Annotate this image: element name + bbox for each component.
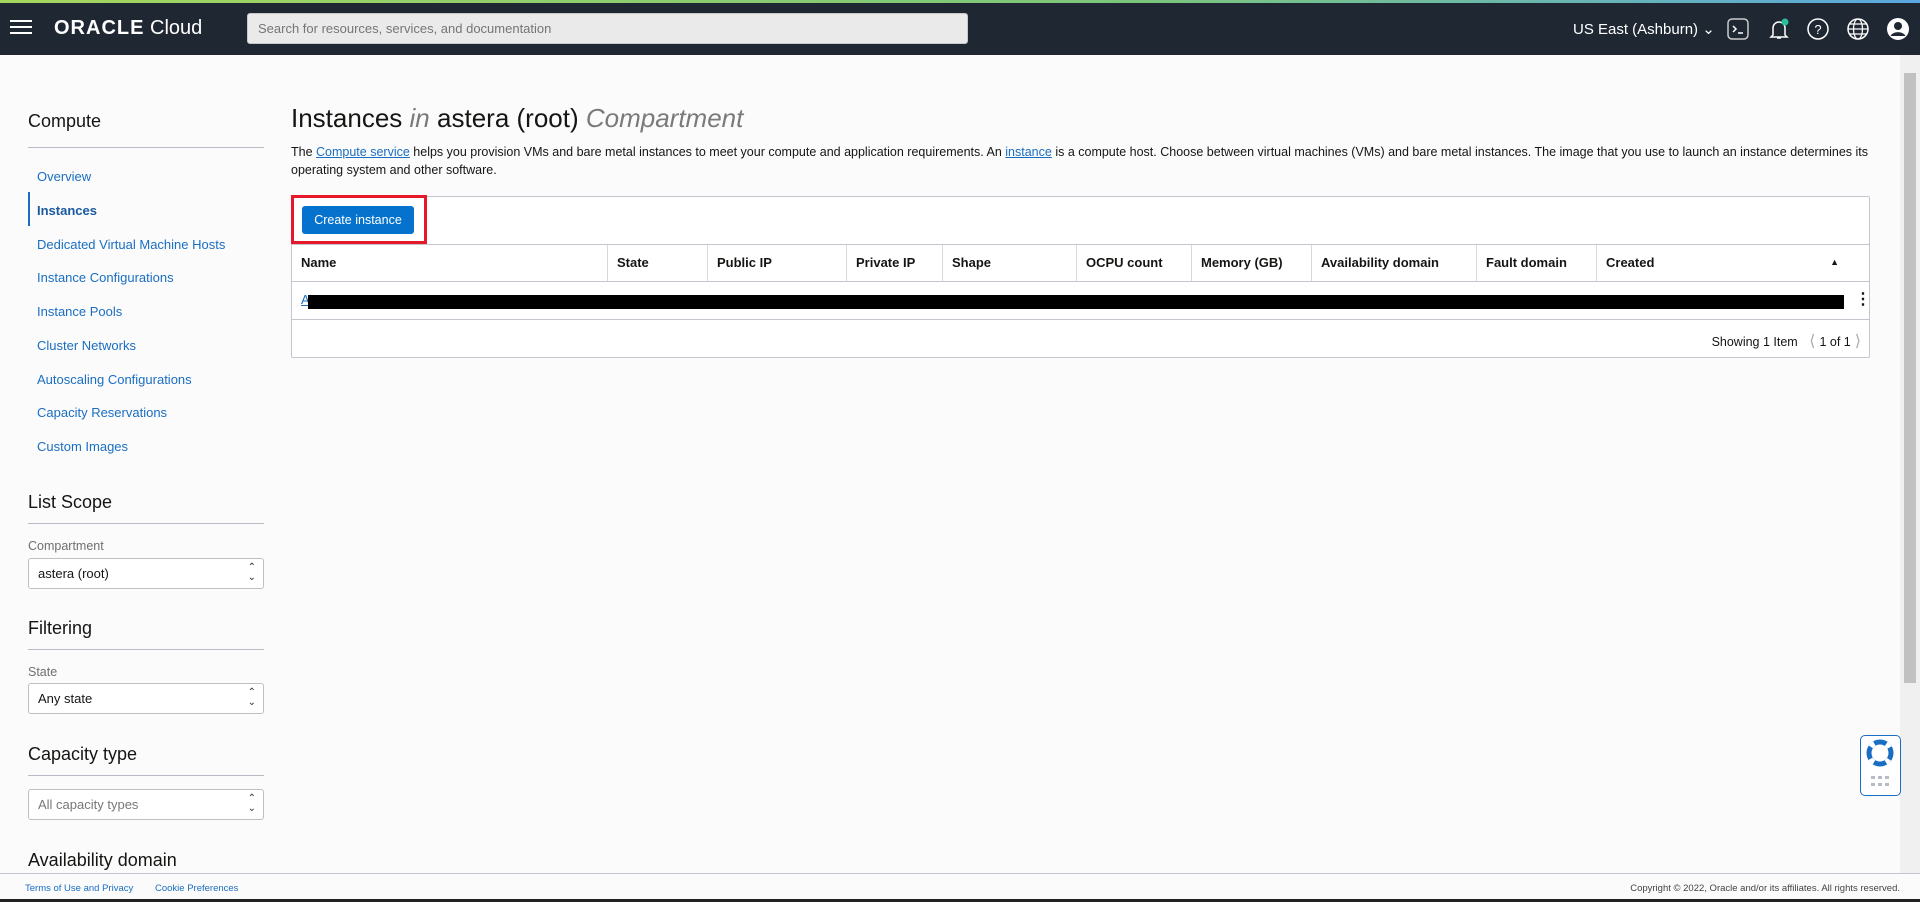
sidebar-item-capacity-reservations[interactable]: Capacity Reservations: [37, 405, 167, 420]
page-title: Instances in astera (root) Compartment: [291, 103, 744, 133]
drag-handle-icon: [1871, 776, 1889, 786]
active-indicator: [28, 192, 30, 226]
instances-table: Create instance Name State Public IP Pri…: [291, 196, 1871, 358]
sidebar-item-cluster-networks[interactable]: Cluster Networks: [37, 338, 136, 353]
created-label: Created: [1606, 255, 1655, 270]
sidebar-item-overview[interactable]: Overview: [37, 169, 91, 184]
divider: [28, 147, 264, 148]
column-header-availability-domain[interactable]: Availability domain: [1312, 245, 1477, 281]
svg-text:?: ?: [1814, 22, 1821, 37]
help-icon[interactable]: ?: [1806, 17, 1830, 41]
sidebar-title: Compute: [28, 111, 102, 131]
hamburger-menu-icon[interactable]: [10, 16, 32, 38]
table-header: Name State Public IP Private IP Shape OC…: [292, 244, 1869, 282]
oracle-cloud-logo[interactable]: ORACLE Cloud: [54, 17, 202, 40]
terms-link[interactable]: Terms of Use and Privacy: [25, 883, 133, 894]
column-header-state[interactable]: State: [608, 245, 708, 281]
state-select[interactable]: Any state ⌃ ⌄: [28, 683, 264, 714]
state-label: State: [28, 665, 58, 679]
compartment-value: astera (root): [38, 566, 109, 581]
compartment-select[interactable]: astera (root) ⌃ ⌄: [28, 558, 264, 589]
sort-ascending-icon: ▲: [1830, 257, 1839, 267]
column-header-public-ip[interactable]: Public IP: [708, 245, 847, 281]
cloud-shell-icon[interactable]: [1726, 17, 1750, 41]
column-header-ocpu-count[interactable]: OCPU count: [1077, 245, 1192, 281]
lifebuoy-icon: [1866, 739, 1894, 786]
list-scope-title: List Scope: [28, 492, 113, 512]
column-header-shape[interactable]: Shape: [943, 245, 1077, 281]
cookie-preferences-link[interactable]: Cookie Preferences: [155, 883, 238, 894]
region-label: US East (Ashburn): [1573, 21, 1699, 38]
showing-count: Showing 1 Item: [1711, 335, 1798, 349]
column-header-created[interactable]: Created ▲: [1597, 245, 1869, 281]
state-value: Any state: [38, 691, 93, 706]
region-selector[interactable]: US East (Ashburn) ⌄: [1573, 20, 1715, 38]
filtering-title: Filtering: [28, 618, 93, 638]
column-header-private-ip[interactable]: Private IP: [847, 245, 943, 281]
select-arrows-icon: ⌃ ⌄: [247, 687, 256, 708]
row-actions-kebab-icon[interactable]: ⋮: [1855, 292, 1871, 308]
column-header-memory[interactable]: Memory (GB): [1192, 245, 1312, 281]
search-input[interactable]: [247, 13, 968, 44]
availability-domain-title: Availability domain: [28, 850, 177, 870]
notifications-bell-icon[interactable]: [1767, 17, 1791, 41]
select-arrows-icon: ⌃ ⌄: [247, 562, 256, 583]
instance-link[interactable]: instance: [1005, 145, 1052, 159]
sidebar-item-custom-images[interactable]: Custom Images: [37, 439, 128, 454]
compartment-label: Compartment: [28, 539, 104, 553]
logo-oracle: ORACLE: [54, 17, 145, 39]
next-page-icon[interactable]: ⟩: [1855, 333, 1861, 350]
capacity-type-title: Capacity type: [28, 744, 138, 764]
footer: Terms of Use and Privacy Cookie Preferen…: [0, 873, 1920, 900]
user-profile-icon[interactable]: [1886, 17, 1910, 41]
divider: [28, 775, 264, 776]
sidebar-item-dedicated-vm-hosts[interactable]: Dedicated Virtual Machine Hosts: [37, 237, 225, 252]
chevron-down-icon: ⌄: [1702, 21, 1715, 38]
pagination: Showing 1 Item ⟨ 1 of 1 ⟩: [1704, 331, 1861, 351]
compute-service-link[interactable]: Compute service: [316, 145, 410, 159]
table-row: A ⋮: [292, 282, 1871, 320]
scrollbar-thumb[interactable]: [1904, 73, 1916, 683]
help-widget[interactable]: [1860, 735, 1901, 796]
page-indicator: 1 of 1: [1819, 335, 1851, 349]
top-navbar: ORACLE Cloud US East (Ashburn) ⌄ ?: [0, 3, 1920, 55]
language-globe-icon[interactable]: [1846, 17, 1870, 41]
sidebar-item-autoscaling-configurations[interactable]: Autoscaling Configurations: [37, 372, 192, 387]
capacity-type-select[interactable]: All capacity types ⌃ ⌄: [28, 789, 264, 820]
capacity-type-placeholder: All capacity types: [38, 797, 139, 812]
page-scrollbar[interactable]: [1900, 55, 1920, 873]
copyright: Copyright © 2022, Oracle and/or its affi…: [1630, 883, 1900, 894]
logo-cloud: Cloud: [150, 17, 203, 39]
highlight-annotation-box: [291, 195, 427, 244]
redacted-row-content: [308, 295, 1844, 309]
sidebar-item-instance-pools[interactable]: Instance Pools: [37, 304, 122, 319]
previous-page-icon[interactable]: ⟨: [1809, 333, 1815, 350]
divider: [28, 649, 264, 650]
sidebar-item-instance-configurations[interactable]: Instance Configurations: [37, 270, 174, 285]
divider: [28, 523, 264, 524]
column-header-name[interactable]: Name: [292, 245, 608, 281]
sidebar-item-instances[interactable]: Instances: [37, 203, 97, 218]
select-arrows-icon: ⌃ ⌄: [247, 793, 256, 814]
column-header-fault-domain[interactable]: Fault domain: [1477, 245, 1597, 281]
page-description: The Compute service helps you provision …: [291, 145, 1869, 177]
